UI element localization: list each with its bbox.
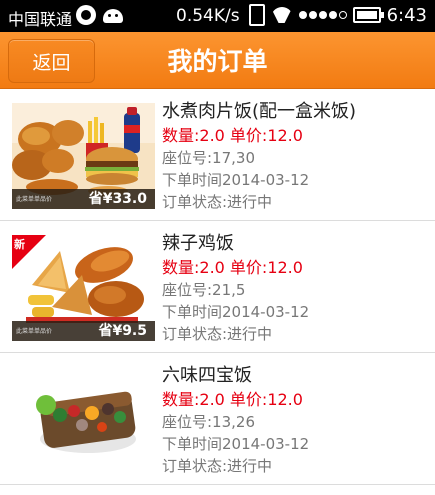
order-list: 此菜单单品价 省¥33.0 水煮肉片饭(配一盒米饭) 数量:2.0 单价:12.… [0, 89, 435, 485]
back-button[interactable]: 返回 [8, 39, 95, 83]
price-tag-value: 省¥9.5 [98, 323, 147, 339]
price-tag-value: 省¥33.0 [88, 191, 147, 207]
status-bar: 中国联通 0.54K/s 6:43 [0, 0, 435, 32]
order-item[interactable]: 此菜单单品价 省¥33.0 水煮肉片饭(配一盒米饭) 数量:2.0 单价:12.… [0, 89, 435, 221]
dish-name: 辣子鸡饭 [162, 233, 234, 254]
android-icon [102, 5, 124, 25]
price-tag: 此菜单单品价 省¥9.5 [12, 321, 155, 341]
status-right-icons: 6:43 [248, 4, 427, 26]
header-bar: 返回 我的订单 [0, 32, 435, 89]
order-thumbnail: 新 此菜单单品价 省¥9.5 [12, 235, 155, 341]
seat-number: 座位号:21,5 [162, 281, 246, 299]
order-item[interactable]: 六味四宝饭 数量:2.0 单价:12.0 座位号:13,26 下单时间2014-… [0, 353, 435, 485]
status-left-icons [76, 5, 124, 25]
seat-number: 座位号:13,26 [162, 413, 255, 431]
network-speed: 0.54K/s [176, 6, 240, 26]
carrier-name: 中国联通 [8, 10, 73, 29]
order-info: 六味四宝饭 数量:2.0 单价:12.0 座位号:13,26 下单时间2014-… [162, 363, 427, 477]
order-time: 下单时间2014-03-12 [162, 435, 310, 453]
order-info: 水煮肉片饭(配一盒米饭) 数量:2.0 单价:12.0 座位号:17,30 下单… [162, 99, 427, 213]
order-status: 订单状态:进行中 [162, 193, 273, 211]
dish-name: 水煮肉片饭(配一盒米饭) [162, 101, 357, 122]
battery-icon [352, 7, 384, 23]
price-tag: 此菜单单品价 省¥33.0 [12, 189, 155, 209]
wifi-icon [271, 7, 293, 23]
order-status: 订单状态:进行中 [162, 325, 273, 343]
quantity-price: 数量:2.0 单价:12.0 [162, 258, 303, 277]
new-badge-label: 新 [14, 238, 25, 251]
rice-bowl-image [12, 367, 155, 473]
notification-circle-icon [76, 5, 96, 25]
order-item[interactable]: 新 此菜单单品价 省¥9.5 辣子鸡饭 数量:2.0 单价:12.0 座位号:2… [0, 221, 435, 353]
seat-number: 座位号:17,30 [162, 149, 255, 167]
quantity-price: 数量:2.0 单价:12.0 [162, 126, 303, 145]
order-time: 下单时间2014-03-12 [162, 171, 310, 189]
price-tag-caption: 此菜单单品价 [16, 328, 53, 335]
new-badge: 新 [12, 235, 46, 269]
quantity-price: 数量:2.0 单价:12.0 [162, 390, 303, 409]
order-info: 辣子鸡饭 数量:2.0 单价:12.0 座位号:21,5 下单时间2014-03… [162, 231, 427, 345]
vibrate-icon [248, 4, 265, 26]
clock: 6:43 [386, 4, 427, 26]
order-status: 订单状态:进行中 [162, 457, 273, 475]
order-thumbnail: 此菜单单品价 省¥33.0 [12, 103, 155, 209]
price-tag-caption: 此菜单单品价 [16, 196, 53, 203]
order-thumbnail [12, 367, 155, 473]
signal-dots-icon [298, 11, 347, 19]
order-time: 下单时间2014-03-12 [162, 303, 310, 321]
dish-name: 六味四宝饭 [162, 365, 252, 386]
